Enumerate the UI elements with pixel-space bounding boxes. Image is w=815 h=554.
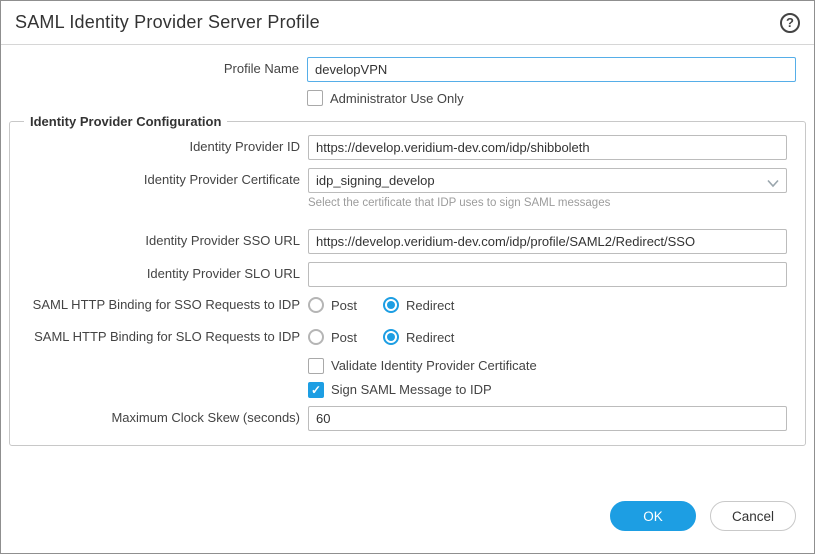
sso-binding-redirect-radio[interactable] bbox=[383, 297, 399, 313]
admin-use-only-row: Administrator Use Only bbox=[1, 90, 814, 106]
sso-binding-post-option[interactable]: Post bbox=[308, 297, 357, 313]
profile-name-label: Profile Name bbox=[1, 61, 299, 77]
slo-binding-redirect-radio[interactable] bbox=[383, 329, 399, 345]
slo-binding-label: SAML HTTP Binding for SLO Requests to ID… bbox=[20, 329, 300, 345]
sso-binding-options: Post Redirect bbox=[308, 297, 787, 313]
sso-binding-row: SAML HTTP Binding for SSO Requests to ID… bbox=[20, 297, 795, 313]
sign-saml-row: Sign SAML Message to IDP bbox=[20, 382, 795, 398]
admin-use-only-checkbox[interactable] bbox=[307, 90, 323, 106]
sso-binding-redirect-option[interactable]: Redirect bbox=[383, 297, 454, 313]
admin-use-only-option[interactable]: Administrator Use Only bbox=[307, 90, 796, 106]
slo-binding-post-radio[interactable] bbox=[308, 329, 324, 345]
slo-url-row: Identity Provider SLO URL bbox=[20, 262, 795, 287]
slo-binding-redirect-label: Redirect bbox=[406, 330, 454, 345]
idp-configuration-section: Identity Provider Configuration Identity… bbox=[9, 114, 806, 446]
validate-cert-label: Validate Identity Provider Certificate bbox=[331, 358, 537, 373]
idp-id-row: Identity Provider ID bbox=[20, 135, 795, 160]
idp-id-label: Identity Provider ID bbox=[20, 139, 300, 155]
clock-skew-input[interactable] bbox=[308, 406, 787, 431]
idp-id-input[interactable] bbox=[308, 135, 787, 160]
validate-cert-checkbox[interactable] bbox=[308, 358, 324, 374]
saml-idp-server-profile-dialog: SAML Identity Provider Server Profile ? … bbox=[0, 0, 815, 554]
sso-url-input[interactable] bbox=[308, 229, 787, 254]
idp-certificate-label: Identity Provider Certificate bbox=[20, 172, 300, 188]
sso-binding-post-radio[interactable] bbox=[308, 297, 324, 313]
dialog-body: Profile Name Administrator Use Only Iden… bbox=[1, 45, 814, 501]
clock-skew-label: Maximum Clock Skew (seconds) bbox=[20, 410, 300, 426]
spacer bbox=[20, 217, 795, 229]
profile-name-input[interactable] bbox=[307, 57, 796, 82]
idp-certificate-hint-row: Select the certificate that IDP uses to … bbox=[20, 201, 795, 209]
idp-certificate-select[interactable]: idp_signing_develop bbox=[308, 168, 787, 193]
sign-saml-label: Sign SAML Message to IDP bbox=[331, 382, 492, 397]
slo-binding-post-option[interactable]: Post bbox=[308, 329, 357, 345]
sso-binding-label: SAML HTTP Binding for SSO Requests to ID… bbox=[20, 297, 300, 313]
idp-certificate-value: idp_signing_develop bbox=[316, 173, 435, 188]
sign-saml-option[interactable]: Sign SAML Message to IDP bbox=[308, 382, 787, 398]
validate-cert-row: Validate Identity Provider Certificate bbox=[20, 358, 795, 374]
slo-binding-redirect-option[interactable]: Redirect bbox=[383, 329, 454, 345]
chevron-down-icon bbox=[767, 176, 779, 191]
slo-binding-options: Post Redirect bbox=[308, 329, 787, 345]
admin-use-only-label: Administrator Use Only bbox=[330, 91, 464, 106]
idp-certificate-row: Identity Provider Certificate idp_signin… bbox=[20, 168, 795, 193]
help-icon[interactable]: ? bbox=[780, 13, 800, 33]
idp-configuration-legend: Identity Provider Configuration bbox=[24, 114, 227, 129]
dialog-title: SAML Identity Provider Server Profile bbox=[15, 12, 320, 33]
ok-button[interactable]: OK bbox=[610, 501, 696, 531]
sso-binding-post-label: Post bbox=[331, 298, 357, 313]
sign-saml-checkbox[interactable] bbox=[308, 382, 324, 398]
dialog-titlebar: SAML Identity Provider Server Profile ? bbox=[1, 1, 814, 45]
idp-certificate-hint: Select the certificate that IDP uses to … bbox=[308, 197, 787, 209]
sso-binding-redirect-label: Redirect bbox=[406, 298, 454, 313]
clock-skew-row: Maximum Clock Skew (seconds) bbox=[20, 406, 795, 431]
slo-binding-row: SAML HTTP Binding for SLO Requests to ID… bbox=[20, 329, 795, 345]
slo-url-input[interactable] bbox=[308, 262, 787, 287]
sso-url-label: Identity Provider SSO URL bbox=[20, 233, 300, 249]
cancel-button[interactable]: Cancel bbox=[710, 501, 796, 531]
sso-url-row: Identity Provider SSO URL bbox=[20, 229, 795, 254]
validate-cert-option[interactable]: Validate Identity Provider Certificate bbox=[308, 358, 787, 374]
profile-name-row: Profile Name bbox=[1, 57, 814, 82]
slo-binding-post-label: Post bbox=[331, 330, 357, 345]
dialog-footer: OK Cancel bbox=[1, 501, 814, 553]
slo-url-label: Identity Provider SLO URL bbox=[20, 266, 300, 282]
